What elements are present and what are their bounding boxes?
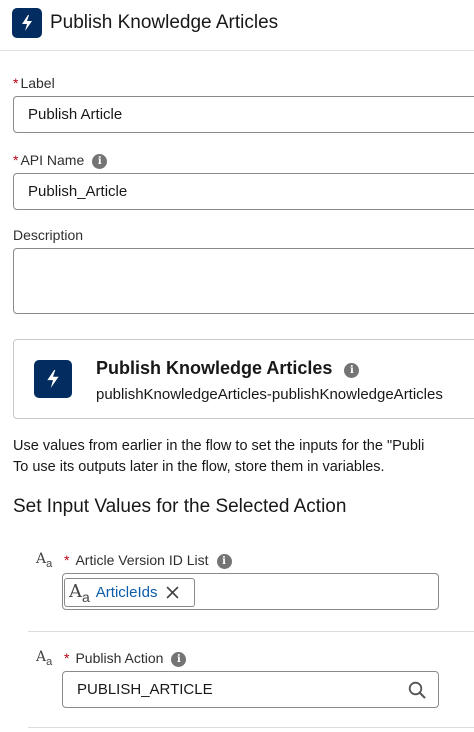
publish-action-input[interactable]: PUBLISH_ARTICLE — [62, 671, 439, 708]
text-type-icon: Aa — [36, 649, 52, 668]
type-icon-letter: A — [69, 580, 82, 602]
pill-label: ArticleIds — [95, 584, 158, 601]
info-icon[interactable]: i — [171, 652, 187, 667]
api-name-input-value: Publish_Article — [28, 183, 128, 200]
section-title: Set Input Values for the Selected Action — [13, 496, 347, 517]
info-icon[interactable]: i — [92, 154, 108, 169]
api-name-field-label-text: API Name — [20, 152, 85, 168]
page-title: Publish Knowledge Articles — [50, 12, 279, 33]
info-icon[interactable]: i — [216, 554, 232, 569]
type-icon-letter: A — [36, 649, 47, 665]
publish-action-label-text: Publish Action — [75, 650, 164, 666]
required-indicator: * — [64, 650, 70, 666]
help-text: Use values from earlier in the flow to s… — [13, 436, 474, 478]
type-icon-sub: a — [46, 656, 53, 668]
type-icon-letter: A — [36, 551, 47, 567]
label-input[interactable]: Publish Article — [13, 96, 474, 133]
label-field-label-text: Label — [20, 75, 55, 91]
description-field-label: Description — [13, 227, 84, 243]
help-text-line: Use values from earlier in the flow to s… — [13, 438, 425, 454]
info-icon[interactable]: i — [344, 363, 360, 378]
type-icon-sub: a — [82, 588, 90, 605]
action-card-title-text: Publish Knowledge Articles — [96, 358, 333, 378]
close-icon[interactable] — [166, 586, 179, 599]
text-type-icon: Aa — [36, 551, 52, 570]
api-name-field-label: * API Name i — [13, 152, 108, 169]
action-card-api-name: publishKnowledgeArticles-publishKnowledg… — [96, 386, 443, 403]
resource-pill[interactable]: Aa ArticleIds — [64, 578, 195, 607]
publish-action-value: PUBLISH_ARTICLE — [77, 681, 213, 698]
action-card: Publish Knowledge Articles i publishKnowl… — [13, 339, 474, 419]
description-textarea[interactable] — [13, 248, 474, 314]
required-indicator: * — [64, 552, 70, 568]
type-icon-sub: a — [46, 558, 53, 570]
required-indicator: * — [13, 75, 19, 91]
lightning-bolt-icon — [12, 8, 42, 38]
label-input-value: Publish Article — [28, 106, 123, 123]
action-card-title: Publish Knowledge Articles i — [96, 358, 360, 379]
label-field-label: * Label — [13, 75, 55, 91]
divider — [28, 727, 474, 728]
header: Publish Knowledge Articles — [0, 0, 474, 51]
lightning-bolt-icon — [34, 360, 72, 398]
publish-action-label: * Publish Action i — [64, 650, 187, 667]
search-icon[interactable] — [408, 681, 426, 704]
text-type-icon: Aa — [69, 581, 90, 605]
api-name-input[interactable]: Publish_Article — [13, 173, 474, 210]
article-version-id-list-label: * Article Version ID List i — [64, 552, 232, 569]
required-indicator: * — [13, 152, 19, 168]
help-text-line: To use its outputs later in the flow, st… — [13, 459, 385, 475]
article-version-id-list-label-text: Article Version ID List — [75, 552, 209, 568]
divider — [28, 631, 474, 632]
